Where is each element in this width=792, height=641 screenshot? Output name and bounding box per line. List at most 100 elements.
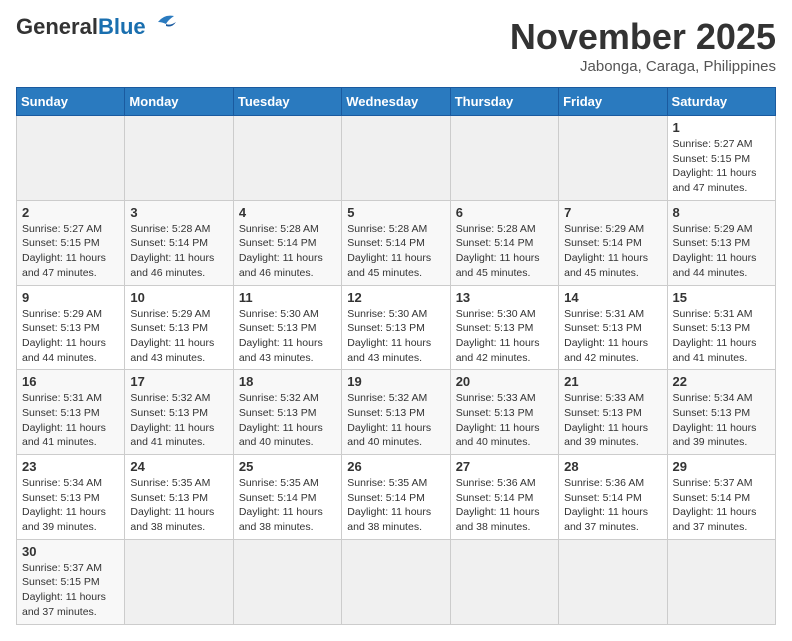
- cell-info: Sunrise: 5:28 AMSunset: 5:14 PMDaylight:…: [347, 222, 444, 281]
- sunset-label: Sunset: 5:14 PM: [456, 492, 534, 504]
- calendar-cell: [233, 116, 341, 201]
- cell-info: Sunrise: 5:29 AMSunset: 5:13 PMDaylight:…: [673, 222, 770, 281]
- cell-info: Sunrise: 5:37 AM Sunset: 5:15 PM Daylight:…: [22, 561, 119, 620]
- sunrise-label: Sunrise: 5:30 AM: [347, 308, 427, 320]
- sunset-label: Sunset: 5:15 PM: [22, 576, 100, 588]
- sunrise-label: Sunrise: 5:35 AM: [347, 477, 427, 489]
- sunrise-label: Sunrise: 5:27 AM: [673, 138, 753, 150]
- day-number: 22: [673, 374, 770, 389]
- sunset-label: Sunset: 5:13 PM: [673, 407, 751, 419]
- sunset-label: Sunset: 5:14 PM: [673, 492, 751, 504]
- daylight-label: Daylight: 11 hours and 43 minutes.: [239, 337, 323, 364]
- calendar-cell: 22Sunrise: 5:34 AMSunset: 5:13 PMDayligh…: [667, 370, 775, 455]
- calendar-cell: [559, 539, 667, 624]
- sunset-label: Sunset: 5:13 PM: [347, 322, 425, 334]
- calendar-cell: 14Sunrise: 5:31 AMSunset: 5:13 PMDayligh…: [559, 285, 667, 370]
- day-number: 20: [456, 374, 553, 389]
- cell-info: Sunrise: 5:34 AM Sunset: 5:13 PM Daylight:…: [22, 476, 119, 535]
- cell-info: Sunrise: 5:30 AMSunset: 5:13 PMDaylight:…: [456, 307, 553, 366]
- sunrise-label: Sunrise: 5:35 AM: [130, 477, 210, 489]
- calendar-cell: 3Sunrise: 5:28 AMSunset: 5:14 PMDaylight…: [125, 200, 233, 285]
- day-number: 29: [673, 459, 770, 474]
- daylight-label: Daylight: 11 hours and 45 minutes.: [456, 252, 540, 279]
- daylight-label: Daylight: 11 hours and 40 minutes.: [456, 422, 540, 449]
- sunset-label: Sunset: 5:13 PM: [564, 322, 642, 334]
- cell-info: Sunrise: 5:32 AMSunset: 5:13 PMDaylight:…: [130, 391, 227, 450]
- daylight-label: Daylight: 11 hours and 43 minutes.: [130, 337, 214, 364]
- day-number: 25: [239, 459, 336, 474]
- daylight-label: Daylight: 11 hours and 41 minutes.: [22, 422, 106, 449]
- sunrise-label: Sunrise: 5:28 AM: [130, 223, 210, 235]
- calendar-week-1: 1Sunrise: 5:27 AMSunset: 5:15 PMDaylight…: [17, 116, 776, 201]
- logo-bird-icon: [148, 12, 180, 34]
- daylight-label: Daylight: 11 hours and 40 minutes.: [347, 422, 431, 449]
- sunrise-label: Sunrise: 5:37 AM: [22, 562, 102, 574]
- calendar-cell: 2Sunrise: 5:27 AMSunset: 5:15 PMDaylight…: [17, 200, 125, 285]
- sunset-label: Sunset: 5:13 PM: [130, 322, 208, 334]
- cell-info: Sunrise: 5:30 AMSunset: 5:13 PMDaylight:…: [347, 307, 444, 366]
- weekday-header-sunday: Sunday: [17, 88, 125, 116]
- daylight-label: Daylight: 11 hours and 39 minutes.: [22, 506, 106, 533]
- calendar-cell: 24Sunrise: 5:35 AMSunset: 5:13 PMDayligh…: [125, 455, 233, 540]
- sunset-label: Sunset: 5:13 PM: [130, 407, 208, 419]
- calendar-cell: 20Sunrise: 5:33 AMSunset: 5:13 PMDayligh…: [450, 370, 558, 455]
- day-number: 14: [564, 290, 661, 305]
- weekday-header-monday: Monday: [125, 88, 233, 116]
- location: Jabonga, Caraga, Philippines: [510, 58, 776, 75]
- daylight-label: Daylight: 11 hours and 38 minutes.: [130, 506, 214, 533]
- daylight-label: Daylight: 11 hours and 46 minutes.: [130, 252, 214, 279]
- cell-info: Sunrise: 5:35 AMSunset: 5:14 PMDaylight:…: [239, 476, 336, 535]
- sunset-label: Sunset: 5:15 PM: [673, 153, 751, 165]
- sunrise-label: Sunrise: 5:30 AM: [456, 308, 536, 320]
- logo-text: GeneralBlue: [16, 16, 146, 38]
- cell-info: Sunrise: 5:33 AMSunset: 5:13 PMDaylight:…: [564, 391, 661, 450]
- daylight-label: Daylight: 11 hours and 37 minutes.: [22, 591, 106, 618]
- sunset-label: Sunset: 5:13 PM: [673, 237, 751, 249]
- sunset-label: Sunset: 5:13 PM: [130, 492, 208, 504]
- day-number: 18: [239, 374, 336, 389]
- daylight-label: Daylight: 11 hours and 41 minutes.: [673, 337, 757, 364]
- sunrise-label: Sunrise: 5:28 AM: [239, 223, 319, 235]
- weekday-header-friday: Friday: [559, 88, 667, 116]
- sunset-label: Sunset: 5:14 PM: [564, 492, 642, 504]
- cell-info: Sunrise: 5:29 AMSunset: 5:13 PMDaylight:…: [22, 307, 119, 366]
- calendar-cell: 25 Sunrise: 5:35 AMSunset: 5:14 PMDayligh…: [233, 455, 341, 540]
- calendar-cell: [233, 539, 341, 624]
- sunrise-label: Sunrise: 5:31 AM: [564, 308, 644, 320]
- sunrise-label: Sunrise: 5:34 AM: [22, 477, 102, 489]
- cell-info: Sunrise: 5:35 AM Sunset: 5:14 PM Daylight:…: [347, 476, 444, 535]
- logo-general: General: [16, 14, 98, 39]
- calendar-cell: 13Sunrise: 5:30 AMSunset: 5:13 PMDayligh…: [450, 285, 558, 370]
- calendar-week-6: 30Sunrise: 5:37 AMSunset: 5:15 PMDayligh…: [17, 539, 776, 624]
- calendar-cell: [17, 116, 125, 201]
- cell-info: Sunrise: 5:36 AMSunset: 5:14 PMDaylight:…: [456, 476, 553, 535]
- cell-info: Sunrise: 5:30 AMSunset: 5:13 PMDaylight:…: [239, 307, 336, 366]
- calendar-cell: 30Sunrise: 5:37 AMSunset: 5:15 PMDayligh…: [17, 539, 125, 624]
- cell-info: Sunrise: 5:35 AM Sunset: 5:13 PM Daylight:…: [130, 476, 227, 535]
- sunset-label: Sunset: 5:14 PM: [239, 237, 317, 249]
- sunset-label: Sunset: 5:13 PM: [22, 492, 100, 504]
- calendar-week-5: 23Sunrise: 5:34 AMSunset: 5:13 PMDayligh…: [17, 455, 776, 540]
- sunset-label: Sunset: 5:15 PM: [22, 237, 100, 249]
- day-number: 8: [673, 205, 770, 220]
- cell-info: Sunrise: 5:28 AMSunset: 5:14 PMDaylight:…: [130, 222, 227, 281]
- daylight-label: Daylight: 11 hours and 38 minutes.: [456, 506, 540, 533]
- calendar-cell: 16Sunrise: 5:31 AMSunset: 5:13 PMDayligh…: [17, 370, 125, 455]
- sunrise-label: Sunrise: 5:29 AM: [564, 223, 644, 235]
- day-number: 26: [347, 459, 444, 474]
- calendar-cell: 27Sunrise: 5:36 AMSunset: 5:14 PMDayligh…: [450, 455, 558, 540]
- daylight-label: Daylight: 11 hours and 37 minutes.: [564, 506, 648, 533]
- sunrise-label: Sunrise: 5:28 AM: [456, 223, 536, 235]
- sunrise-label: Sunrise: 5:29 AM: [22, 308, 102, 320]
- title-block: November 2025 Jabonga, Caraga, Philippin…: [510, 16, 776, 75]
- daylight-label: Daylight: 11 hours and 47 minutes.: [673, 167, 757, 194]
- day-number: 6: [456, 205, 553, 220]
- day-number: 12: [347, 290, 444, 305]
- daylight-label: Daylight: 11 hours and 38 minutes.: [347, 506, 431, 533]
- calendar-cell: [450, 539, 558, 624]
- sunset-label: Sunset: 5:13 PM: [239, 322, 317, 334]
- sunrise-label: Sunrise: 5:28 AM: [347, 223, 427, 235]
- day-number: 17: [130, 374, 227, 389]
- calendar-cell: [125, 539, 233, 624]
- sunset-label: Sunset: 5:14 PM: [347, 492, 425, 504]
